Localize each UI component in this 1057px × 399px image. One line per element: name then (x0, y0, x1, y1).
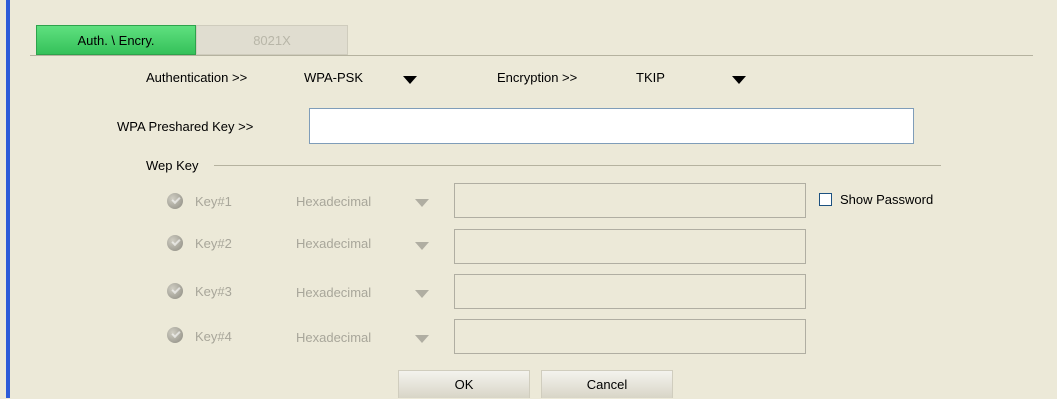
authentication-dropdown-icon[interactable] (403, 76, 417, 84)
window-left-border (6, 0, 10, 398)
wep-key-section-label: Wep Key (146, 158, 199, 173)
tab-auth-encry[interactable]: Auth. \ Encry. (36, 25, 196, 55)
wpa-preshared-key-input[interactable] (309, 108, 914, 144)
show-password-checkbox[interactable] (819, 193, 832, 206)
key4-radio[interactable] (167, 327, 183, 343)
key1-format-select[interactable]: Hexadecimal (296, 194, 371, 209)
key4-input[interactable] (454, 319, 806, 354)
key4-format-dropdown-icon[interactable] (415, 335, 429, 343)
key2-input[interactable] (454, 229, 806, 264)
key4-format-select[interactable]: Hexadecimal (296, 330, 371, 345)
key3-label: Key#3 (195, 284, 232, 299)
wep-key-section-divider (214, 165, 941, 166)
key1-format-dropdown-icon[interactable] (415, 199, 429, 207)
key2-label: Key#2 (195, 236, 232, 251)
key2-format-select[interactable]: Hexadecimal (296, 236, 371, 251)
encryption-dropdown-icon[interactable] (732, 76, 746, 84)
cancel-button[interactable]: Cancel (541, 370, 673, 398)
tab-divider (30, 55, 1033, 56)
key3-format-dropdown-icon[interactable] (415, 290, 429, 298)
key1-radio[interactable] (167, 193, 183, 209)
key1-label: Key#1 (195, 194, 232, 209)
ok-button[interactable]: OK (398, 370, 530, 398)
key3-format-select[interactable]: Hexadecimal (296, 285, 371, 300)
key2-format-dropdown-icon[interactable] (415, 242, 429, 250)
key2-radio[interactable] (167, 235, 183, 251)
key4-label: Key#4 (195, 329, 232, 344)
tab-8021x[interactable]: 8021X (196, 25, 348, 55)
key3-radio[interactable] (167, 283, 183, 299)
encryption-label: Encryption >> (497, 70, 578, 85)
show-password-label: Show Password (840, 192, 934, 207)
authentication-label: Authentication >> (146, 70, 248, 85)
authentication-select-value[interactable]: WPA-PSK (304, 70, 363, 85)
key3-input[interactable] (454, 274, 806, 309)
key1-input[interactable] (454, 183, 806, 218)
wpa-preshared-key-label: WPA Preshared Key >> (117, 119, 254, 134)
encryption-select-value[interactable]: TKIP (636, 70, 665, 85)
